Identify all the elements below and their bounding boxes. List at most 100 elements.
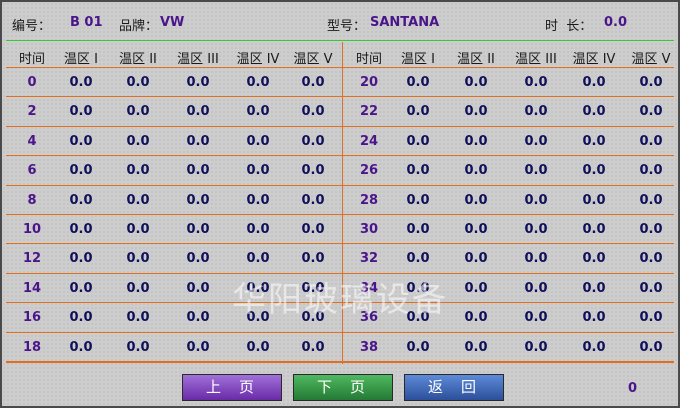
temperature-cell: 0.0 xyxy=(246,339,270,355)
temperature-cell: 0.0 xyxy=(186,251,210,267)
temperature-cell: 0.0 xyxy=(406,192,430,208)
time-cell: 22 xyxy=(359,104,379,120)
next-page-button[interactable]: 下页 xyxy=(293,374,393,401)
header-divider xyxy=(6,40,674,41)
back-button[interactable]: 返回 xyxy=(404,374,504,401)
time-cell: 6 xyxy=(27,163,37,179)
temperature-cell: 0.0 xyxy=(639,163,663,179)
temperature-cell: 0.0 xyxy=(301,222,325,237)
left-column-header: 温区 I xyxy=(64,52,98,67)
time-cell: 14 xyxy=(22,280,42,296)
temperature-cell: 0.0 xyxy=(246,133,270,149)
time-cell: 4 xyxy=(27,133,37,149)
left-column-header: 时间 xyxy=(18,52,45,67)
code-label: 编号： xyxy=(12,19,52,34)
watermark: 华阳玻璃设备 xyxy=(232,280,448,320)
temperature-cell: 0.0 xyxy=(126,310,150,326)
temperature-cell: 0.0 xyxy=(582,75,606,90)
row-divider xyxy=(6,125,674,127)
temperature-cell: 0.0 xyxy=(246,75,270,90)
code-value: B 01 xyxy=(70,15,103,30)
temperature-cell: 0.0 xyxy=(639,133,663,149)
temperature-cell: 0.0 xyxy=(582,163,606,179)
temperature-cell: 0.0 xyxy=(69,163,93,179)
time-cell: 10 xyxy=(22,222,42,237)
temperature-cell: 0.0 xyxy=(639,75,663,90)
temperature-cell: 0.0 xyxy=(406,163,430,179)
temperature-cell: 0.0 xyxy=(464,339,488,355)
temperature-cell: 0.0 xyxy=(246,251,270,267)
temperature-cell: 0.0 xyxy=(639,310,663,326)
temperature-cell: 0.0 xyxy=(126,104,150,120)
right-column-header: 温区 V xyxy=(631,52,671,67)
temperature-cell: 0.0 xyxy=(406,133,430,149)
temperature-cell: 0.0 xyxy=(524,280,548,296)
model-label: 型号： xyxy=(327,19,367,34)
temperature-cell: 0.0 xyxy=(126,163,150,179)
right-column-header: 温区 IV xyxy=(572,52,616,67)
temperature-cell: 0.0 xyxy=(524,75,548,90)
row-divider xyxy=(6,184,674,186)
temperature-cell: 0.0 xyxy=(126,192,150,208)
temperature-cell: 0.0 xyxy=(464,251,488,267)
temperature-cell: 0.0 xyxy=(126,75,150,90)
temperature-cell: 0.0 xyxy=(524,133,548,149)
time-cell: 2 xyxy=(27,104,37,120)
temperature-cell: 0.0 xyxy=(186,192,210,208)
temperature-cell: 0.0 xyxy=(69,310,93,326)
page-number: 0 xyxy=(628,381,638,396)
temperature-cell: 0.0 xyxy=(69,192,93,208)
temperature-cell: 0.0 xyxy=(524,339,548,355)
right-column-header: 温区 I xyxy=(401,52,435,67)
temperature-cell: 0.0 xyxy=(126,133,150,149)
temperature-cell: 0.0 xyxy=(246,163,270,179)
temperature-cell: 0.0 xyxy=(524,163,548,179)
time-cell: 16 xyxy=(22,310,42,326)
temperature-cell: 0.0 xyxy=(639,339,663,355)
time-cell: 32 xyxy=(359,251,379,267)
temperature-cell: 0.0 xyxy=(126,280,150,296)
temperature-cell: 0.0 xyxy=(639,280,663,296)
temperature-cell: 0.0 xyxy=(464,222,488,237)
temperature-cell: 0.0 xyxy=(464,280,488,296)
temperature-cell: 0.0 xyxy=(582,339,606,355)
temperature-cell: 0.0 xyxy=(464,104,488,120)
time-cell: 26 xyxy=(359,163,379,179)
temperature-cell: 0.0 xyxy=(186,280,210,296)
row-divider xyxy=(6,361,674,363)
temperature-cell: 0.0 xyxy=(126,222,150,237)
temperature-cell: 0.0 xyxy=(69,133,93,149)
time-cell: 28 xyxy=(359,192,379,208)
temperature-cell: 0.0 xyxy=(524,251,548,267)
temperature-cell: 0.0 xyxy=(186,104,210,120)
temperature-cell: 0.0 xyxy=(406,75,430,90)
temperature-cell: 0.0 xyxy=(464,163,488,179)
data-panel: 编号： B 01 品牌： VW 型号： SANTANA 时 长： 0.0 时间 温… xyxy=(0,0,680,408)
temperature-cell: 0.0 xyxy=(69,222,93,237)
temperature-cell: 0.0 xyxy=(69,104,93,120)
right-column-header: 温区 II xyxy=(457,52,495,67)
duration-value: 0.0 xyxy=(604,15,628,30)
temperature-cell: 0.0 xyxy=(582,104,606,120)
temperature-cell: 0.0 xyxy=(582,251,606,267)
time-cell: 8 xyxy=(27,192,37,208)
temperature-cell: 0.0 xyxy=(582,222,606,237)
temperature-cell: 0.0 xyxy=(301,339,325,355)
prev-page-button[interactable]: 上页 xyxy=(182,374,282,401)
temperature-cell: 0.0 xyxy=(639,222,663,237)
temperature-cell: 0.0 xyxy=(186,222,210,237)
temperature-cell: 0.0 xyxy=(69,339,93,355)
model-value: SANTANA xyxy=(370,15,440,30)
time-cell: 38 xyxy=(359,339,379,355)
temperature-cell: 0.0 xyxy=(524,104,548,120)
temperature-cell: 0.0 xyxy=(301,251,325,267)
info-header: 编号： B 01 品牌： VW 型号： SANTANA 时 长： 0.0 xyxy=(2,2,678,42)
temperature-cell: 0.0 xyxy=(639,192,663,208)
temperature-cell: 0.0 xyxy=(186,75,210,90)
row-divider xyxy=(6,243,674,245)
left-column-header: 温区 II xyxy=(119,52,157,67)
temperature-cell: 0.0 xyxy=(582,280,606,296)
temperature-cell: 0.0 xyxy=(464,192,488,208)
temperature-cell: 0.0 xyxy=(126,339,150,355)
row-divider xyxy=(6,155,674,157)
